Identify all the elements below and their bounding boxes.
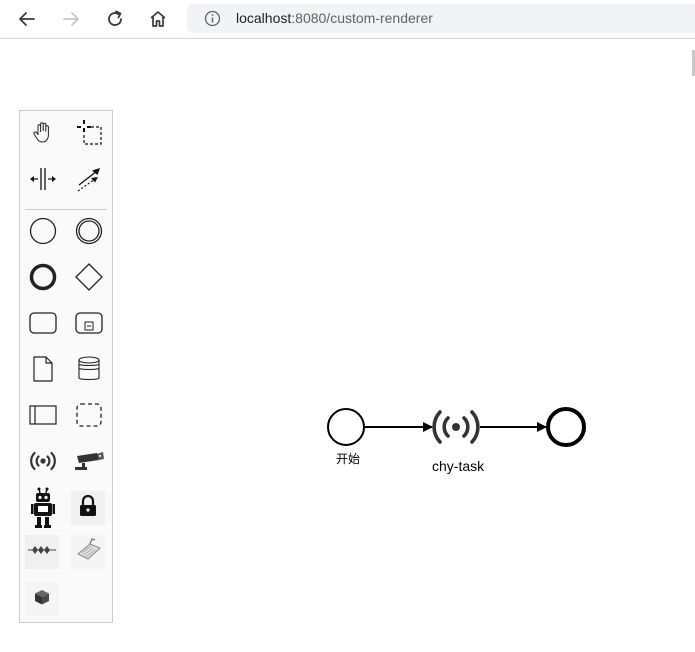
custom-task-shape[interactable] <box>432 410 480 444</box>
address-bar[interactable]: localhost:8080/custom-renderer <box>187 4 695 33</box>
reload-icon[interactable] <box>100 4 130 34</box>
diagram-svg <box>327 407 586 447</box>
task-label: chy-task <box>432 458 485 474</box>
start-event-shape[interactable] <box>327 408 365 446</box>
forward-arrow-icon[interactable] <box>56 4 86 34</box>
back-arrow-icon[interactable] <box>12 4 42 34</box>
info-icon[interactable] <box>204 10 221 32</box>
url-path: :8080/custom-renderer <box>291 10 433 26</box>
browser-toolbar: localhost:8080/custom-renderer <box>0 0 695 39</box>
url-text: localhost:8080/custom-renderer <box>236 10 433 26</box>
url-host: localhost <box>236 10 292 26</box>
diagram-canvas[interactable]: 开始 chy-task <box>0 39 695 652</box>
start-event-label: 开始 <box>336 452 361 466</box>
end-event-shape[interactable] <box>546 407 586 447</box>
home-icon[interactable] <box>143 4 173 34</box>
